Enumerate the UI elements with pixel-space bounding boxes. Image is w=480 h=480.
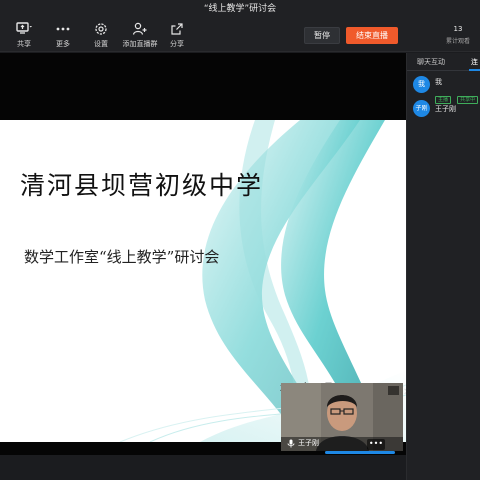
- forward-share-button[interactable]: 分享: [155, 22, 199, 49]
- slide-subtitle: 数学工作室“线上教学”研讨会: [24, 248, 220, 266]
- pause-button[interactable]: 暂停: [304, 27, 340, 44]
- member-item[interactable]: 子刚 王子刚: [413, 100, 480, 120]
- forward-share-label: 分享: [170, 40, 184, 48]
- self-camera-view[interactable]: 王子刚 •••: [281, 383, 403, 451]
- viewer-count-label: 累计观看: [445, 38, 470, 45]
- share-button[interactable]: 共享: [2, 22, 46, 49]
- window-title: “线上教学”研讨会: [0, 0, 480, 18]
- screen-share-icon: [16, 22, 32, 34]
- member-item[interactable]: 我 我 主播 共享中: [413, 76, 480, 104]
- viewer-counter: 13 累计观看: [440, 25, 476, 45]
- tab-members[interactable]: 连: [471, 57, 478, 67]
- gear-icon: [95, 23, 107, 35]
- active-tab-indicator: [469, 69, 480, 71]
- viewer-count: 13: [453, 25, 463, 33]
- add-user-icon: [132, 22, 147, 35]
- slide-title: 清河县坝营初级中学: [20, 171, 264, 200]
- toolbar: 共享 更多 设置 添加直播群 分享 暂停 结束直播 13 累计观看: [0, 18, 480, 52]
- share-label: 共享: [17, 40, 31, 48]
- more-dots-icon: [56, 27, 70, 31]
- share-out-icon: [171, 23, 183, 35]
- avatar: 我: [413, 76, 430, 93]
- panel-tabs: 聊天互动 连: [407, 53, 480, 71]
- right-side-panel: 聊天互动 连 我 我 主播 共享中 子刚 王子刚: [406, 53, 480, 480]
- camera-indicator-strip: [325, 451, 395, 454]
- microphone-icon[interactable]: [287, 439, 295, 448]
- settings-label: 设置: [94, 40, 108, 48]
- expand-camera-icon[interactable]: [388, 386, 399, 395]
- tab-chat[interactable]: 聊天互动: [417, 57, 445, 67]
- end-live-button[interactable]: 结束直播: [346, 27, 398, 44]
- live-stream-window: “线上教学”研讨会 共享 更多 设置 添加直播群 分享 暂停 结束直播 13 累…: [0, 0, 480, 480]
- avatar: 子刚: [413, 100, 430, 117]
- member-name: 王子刚: [435, 105, 456, 113]
- camera-user-name: 王子刚: [298, 439, 319, 447]
- settings-button[interactable]: 设置: [79, 22, 123, 49]
- camera-more-button[interactable]: •••: [367, 439, 385, 450]
